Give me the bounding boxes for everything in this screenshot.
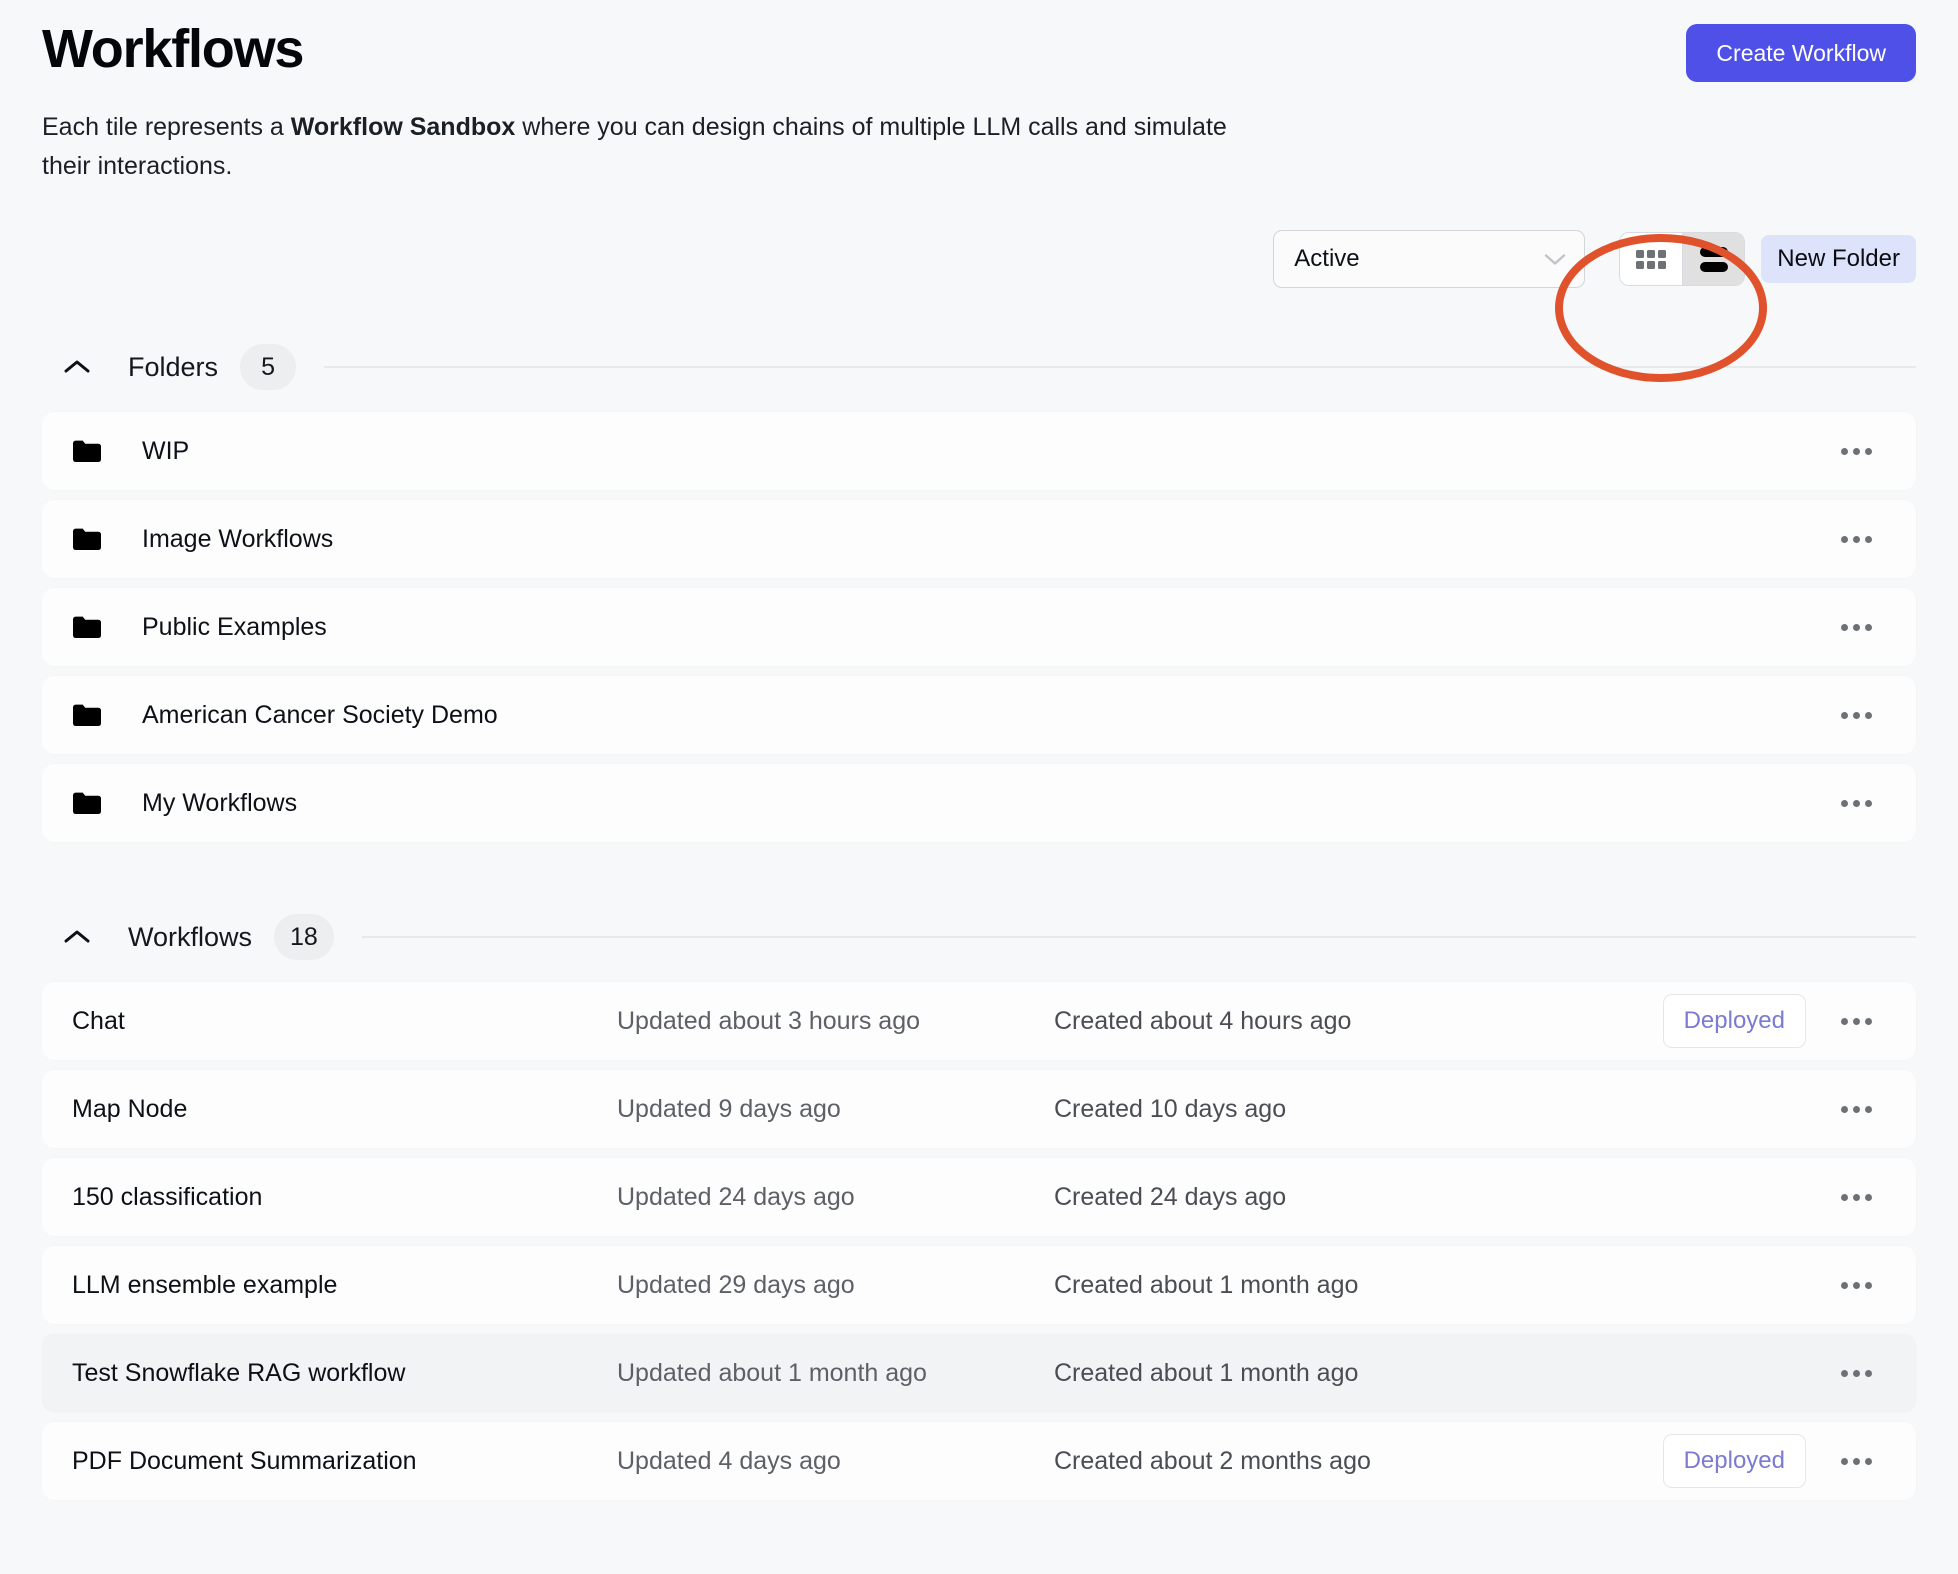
description-emphasis: Workflow Sandbox <box>290 113 516 141</box>
workflow-overflow-menu-button[interactable] <box>1830 1347 1882 1399</box>
workflow-created: Created 10 days ago <box>1054 1094 1287 1123</box>
status-badge[interactable]: Deployed <box>1662 994 1806 1048</box>
folders-section-header: Folders 5 <box>42 344 1916 390</box>
folder-name: My Workflows <box>142 788 298 817</box>
folder-row[interactable]: WIP <box>42 412 1916 490</box>
folder-overflow-menu-button[interactable] <box>1830 513 1882 565</box>
folder-row[interactable]: Public Examples <box>42 588 1916 666</box>
workflow-name: LLM ensemble example <box>72 1270 338 1299</box>
workflow-overflow-menu-button[interactable] <box>1830 995 1882 1047</box>
folders-count-badge: 5 <box>240 344 297 390</box>
workflow-row[interactable]: Map Node Updated 9 days ago Created 10 day… <box>42 1070 1916 1148</box>
workflow-overflow-menu-button[interactable] <box>1830 1083 1882 1135</box>
create-workflow-button[interactable]: Create Workflow <box>1686 24 1916 82</box>
workflow-updated: Updated 29 days ago <box>617 1270 855 1299</box>
section-divider <box>324 366 1916 368</box>
grid-view-button[interactable] <box>1620 233 1683 285</box>
workflows-count-badge: 18 <box>274 914 334 960</box>
view-mode-toggle <box>1619 232 1746 286</box>
folder-name: American Cancer Society Demo <box>142 700 498 729</box>
status-filter-value: Active <box>1294 245 1360 272</box>
workflow-created: Created about 1 month ago <box>1054 1358 1359 1387</box>
folder-row[interactable]: My Workflows <box>42 764 1916 842</box>
status-badge[interactable]: Deployed <box>1662 1434 1806 1488</box>
workflow-name: Map Node <box>72 1094 188 1123</box>
folder-overflow-menu-button[interactable] <box>1830 601 1882 653</box>
folder-name: Public Examples <box>142 612 327 641</box>
workflows-section-header: Workflows 18 <box>42 914 1916 960</box>
workflow-row[interactable]: Chat Updated about 3 hours ago Created abo… <box>42 982 1916 1060</box>
folder-row[interactable]: Image Workflows <box>42 500 1916 578</box>
workflow-name: PDF Document Summarization <box>72 1446 417 1475</box>
folders-list: WIP Image Workflows Public Examples America… <box>42 412 1916 842</box>
workflow-row[interactable]: 150 classification Updated 24 days ago Cre… <box>42 1158 1916 1236</box>
workflow-updated: Updated 4 days ago <box>617 1446 841 1475</box>
folder-icon <box>73 616 101 638</box>
workflow-overflow-menu-button[interactable] <box>1830 1435 1882 1487</box>
workflow-updated: Updated 24 days ago <box>617 1182 855 1211</box>
workflow-updated: Updated about 1 month ago <box>617 1358 927 1387</box>
workflow-created: Created about 4 hours ago <box>1054 1006 1352 1035</box>
chevron-up-icon[interactable] <box>62 358 92 376</box>
list-view-icon <box>1699 246 1728 272</box>
list-toolbar: Active New Folder <box>42 230 1916 382</box>
workflow-row[interactable]: LLM ensemble example Updated 29 days ago C… <box>42 1246 1916 1324</box>
folder-overflow-menu-button[interactable] <box>1830 425 1882 477</box>
page-header: Workflows Create Workflow <box>42 0 1916 82</box>
workflow-overflow-menu-button[interactable] <box>1830 1259 1882 1311</box>
folder-icon <box>73 792 101 814</box>
workflow-updated: Updated about 3 hours ago <box>617 1006 921 1035</box>
workflow-name: 150 classification <box>72 1182 263 1211</box>
folder-overflow-menu-button[interactable] <box>1830 689 1882 741</box>
chevron-up-icon[interactable] <box>62 928 92 946</box>
folder-icon <box>73 704 101 726</box>
folder-overflow-menu-button[interactable] <box>1830 777 1882 829</box>
folders-section-label: Folders <box>128 351 219 382</box>
workflow-overflow-menu-button[interactable] <box>1830 1171 1882 1223</box>
workflows-list: Chat Updated about 3 hours ago Created abo… <box>42 982 1916 1500</box>
workflow-name: Test Snowflake RAG workflow <box>72 1358 406 1387</box>
workflow-created: Created about 2 months ago <box>1054 1446 1371 1475</box>
section-divider <box>361 936 1916 938</box>
folder-row[interactable]: American Cancer Society Demo <box>42 676 1916 754</box>
workflows-page: Workflows Create Workflow Each tile repr… <box>0 0 1958 1574</box>
workflow-row[interactable]: Test Snowflake RAG workflow Updated about… <box>42 1334 1916 1412</box>
grid-view-icon <box>1636 249 1667 269</box>
workflow-created: Created about 1 month ago <box>1054 1270 1359 1299</box>
folder-name: Image Workflows <box>142 524 334 553</box>
folder-name: WIP <box>142 436 190 465</box>
page-title: Workflows <box>42 19 304 79</box>
workflow-updated: Updated 9 days ago <box>617 1094 841 1123</box>
folder-icon <box>73 440 101 462</box>
chevron-down-icon <box>1545 253 1566 265</box>
workflow-name: Chat <box>72 1006 125 1035</box>
workflow-created: Created 24 days ago <box>1054 1182 1287 1211</box>
new-folder-button[interactable]: New Folder <box>1761 235 1916 283</box>
folder-icon <box>73 528 101 550</box>
workflows-section-label: Workflows <box>128 921 253 952</box>
workflow-row[interactable]: PDF Document Summarization Updated 4 days… <box>42 1422 1916 1500</box>
page-description: Each tile represents a Workflow Sandbox … <box>42 108 1232 186</box>
list-view-button[interactable] <box>1682 233 1745 285</box>
description-part-1: Each tile represents a <box>42 113 291 141</box>
status-filter-select[interactable]: Active <box>1273 230 1586 288</box>
